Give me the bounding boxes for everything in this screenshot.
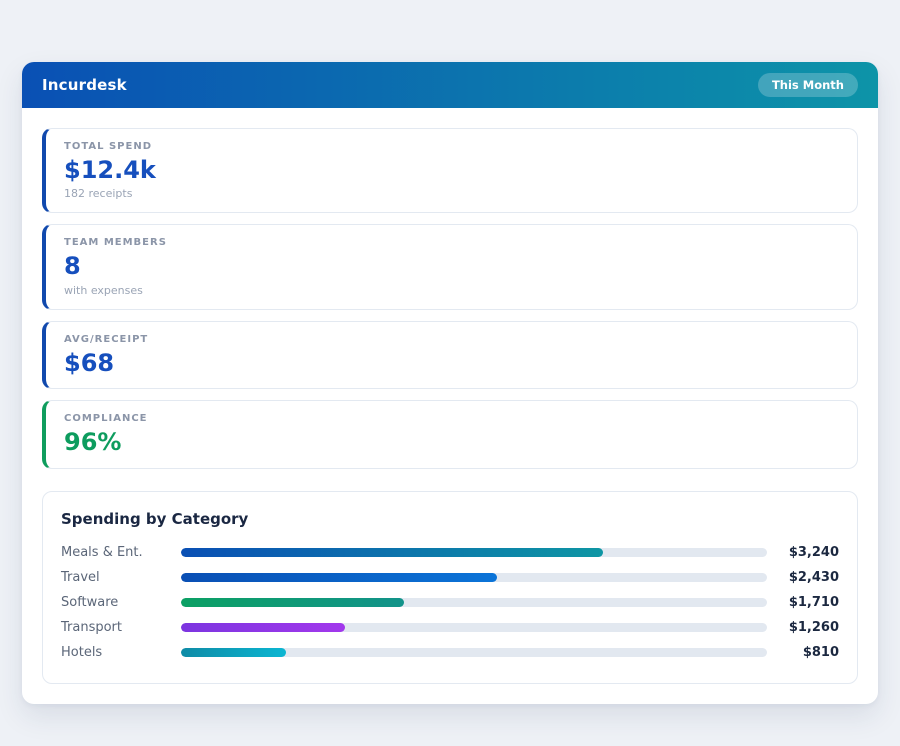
- stat-value: $68: [64, 350, 839, 376]
- stat-subtext: with expenses: [64, 284, 839, 297]
- period-badge[interactable]: This Month: [758, 73, 858, 97]
- chart-row-transport: Transport $1,260: [61, 615, 839, 640]
- bar-track: [181, 623, 767, 632]
- stat-card-list: TOTAL SPEND $12.4k 182 receipts TEAM MEMBER…: [42, 128, 858, 469]
- stat-card-compliance: COMPLIANCE 96%: [42, 400, 858, 468]
- stat-value: 8: [64, 253, 839, 279]
- bar-fill: [181, 548, 603, 557]
- chart-title: Spending by Category: [61, 510, 839, 528]
- chart-row-hotels: Hotels $810: [61, 640, 839, 665]
- app-title: Incurdesk: [42, 76, 127, 94]
- stat-value: $12.4k: [64, 157, 839, 183]
- stat-subtext: 182 receipts: [64, 187, 839, 200]
- category-label: Meals & Ent.: [61, 545, 181, 560]
- bar-track: [181, 548, 767, 557]
- incurdesk-widget: Incurdesk This Month TOTAL SPEND $12.4k 18…: [22, 62, 878, 704]
- category-label: Transport: [61, 620, 181, 635]
- stat-label: COMPLIANCE: [64, 413, 839, 424]
- bar-fill: [181, 623, 345, 632]
- category-label: Travel: [61, 570, 181, 585]
- category-value: $3,240: [777, 545, 839, 560]
- stat-label: AVG/RECEIPT: [64, 334, 839, 345]
- dashboard-content: TOTAL SPEND $12.4k 182 receipts TEAM MEMBER…: [22, 108, 878, 704]
- stat-value: 96%: [64, 429, 839, 455]
- category-value: $810: [777, 645, 839, 660]
- bar-track: [181, 648, 767, 657]
- bar-track: [181, 598, 767, 607]
- page-background: Incurdesk This Month TOTAL SPEND $12.4k 18…: [0, 0, 900, 746]
- bar-fill: [181, 573, 497, 582]
- category-value: $2,430: [777, 570, 839, 585]
- category-value: $1,710: [777, 595, 839, 610]
- category-label: Software: [61, 595, 181, 610]
- stat-card-total-spend: TOTAL SPEND $12.4k 182 receipts: [42, 128, 858, 213]
- stat-card-avg-receipt: AVG/RECEIPT $68: [42, 321, 858, 389]
- bar-fill: [181, 598, 404, 607]
- bar-track: [181, 573, 767, 582]
- bar-fill: [181, 648, 286, 657]
- app-header: Incurdesk This Month: [22, 62, 878, 108]
- stat-label: TOTAL SPEND: [64, 141, 839, 152]
- chart-row-meals-ent-: Meals & Ent. $3,240: [61, 540, 839, 565]
- chart-row-software: Software $1,710: [61, 590, 839, 615]
- chart-row-travel: Travel $2,430: [61, 565, 839, 590]
- stat-card-team-members: TEAM MEMBERS 8 with expenses: [42, 224, 858, 309]
- category-label: Hotels: [61, 645, 181, 660]
- spending-chart-card: Spending by Category Meals & Ent. $3,240 T…: [42, 491, 858, 684]
- stat-label: TEAM MEMBERS: [64, 237, 839, 248]
- category-value: $1,260: [777, 620, 839, 635]
- chart-row-list: Meals & Ent. $3,240 Travel $2,430 Software $1…: [61, 540, 839, 665]
